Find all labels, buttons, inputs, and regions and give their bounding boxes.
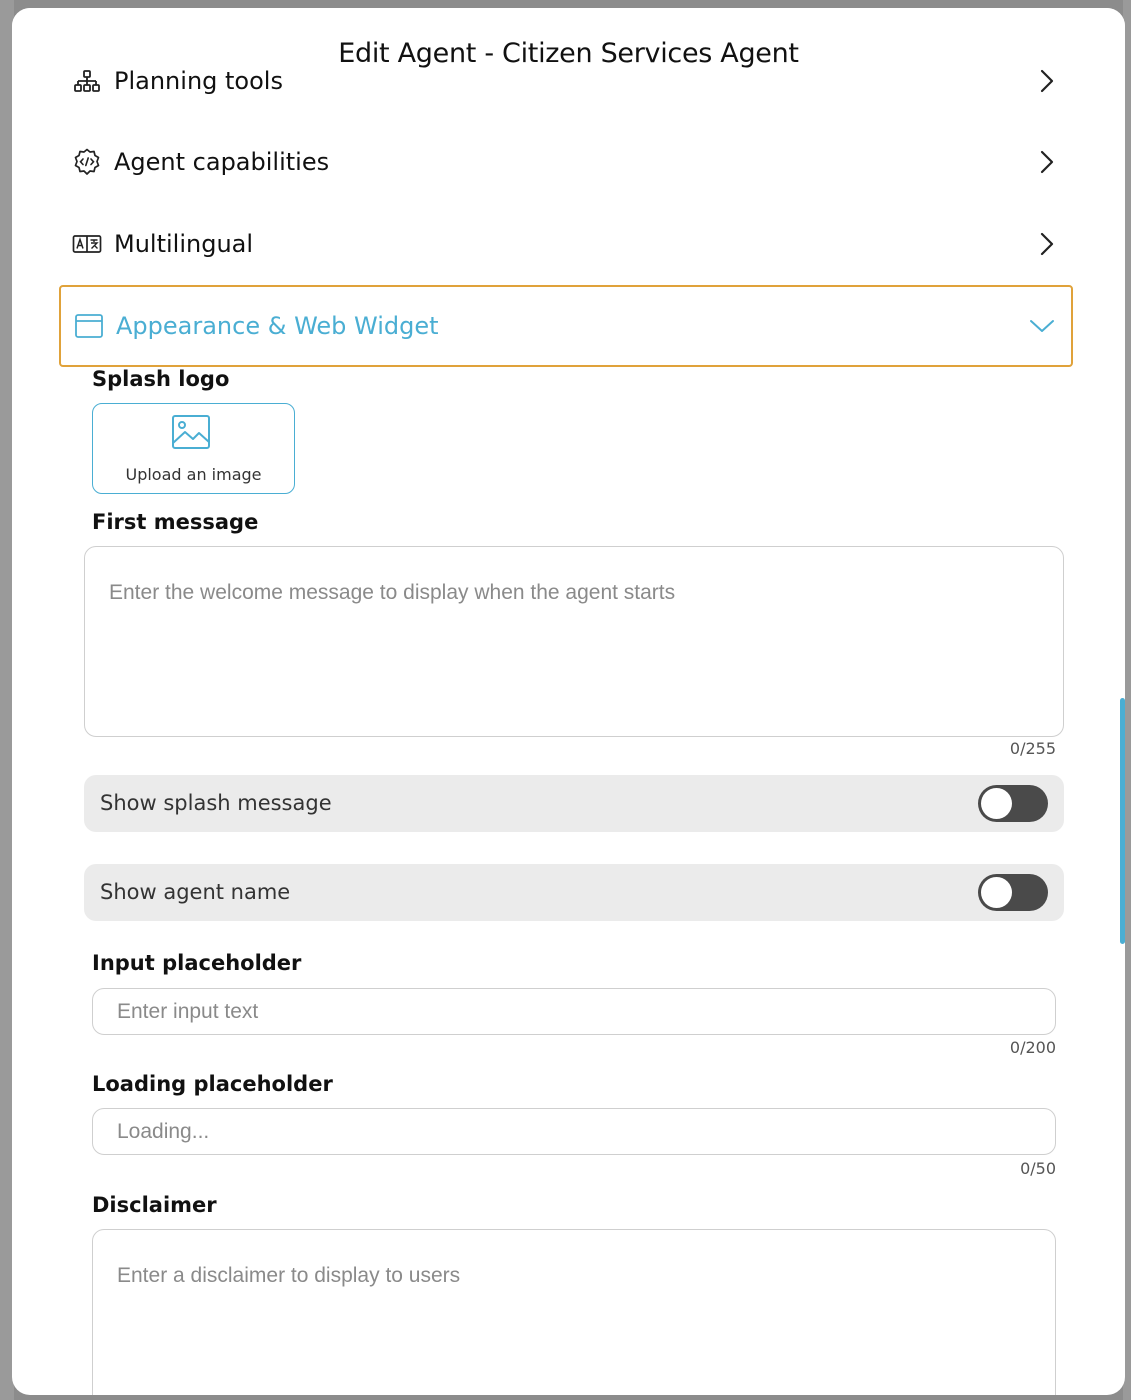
show-splash-message-label: Show splash message bbox=[100, 791, 332, 815]
modal-title: Edit Agent - Citizen Services Agent bbox=[338, 38, 799, 69]
show-splash-message-toggle[interactable] bbox=[978, 785, 1048, 822]
chevron-right-icon bbox=[1040, 69, 1054, 93]
first-message-textarea[interactable] bbox=[84, 546, 1064, 737]
show-agent-name-toggle[interactable] bbox=[978, 874, 1048, 911]
section-label: Agent capabilities bbox=[114, 148, 330, 176]
section-appearance-web-widget[interactable]: Appearance & Web Widget bbox=[59, 285, 1073, 367]
toggle-knob bbox=[981, 788, 1012, 819]
edit-agent-modal: Edit Agent - Citizen Services Agent Plan… bbox=[12, 8, 1125, 1395]
section-label: Planning tools bbox=[114, 67, 283, 95]
chevron-right-icon bbox=[1040, 232, 1054, 256]
section-label: Multilingual bbox=[114, 230, 254, 258]
show-splash-message-row: Show splash message bbox=[84, 775, 1064, 832]
chevron-down-icon bbox=[1030, 320, 1054, 332]
first-message-label: First message bbox=[92, 510, 259, 534]
loading-placeholder-counter: 0/50 bbox=[1020, 1159, 1056, 1178]
image-icon bbox=[172, 415, 210, 449]
disclaimer-textarea[interactable] bbox=[92, 1229, 1056, 1395]
first-message-counter: 0/255 bbox=[1009, 739, 1056, 758]
section-label: Appearance & Web Widget bbox=[116, 312, 439, 340]
window-icon bbox=[75, 314, 103, 338]
hierarchy-icon bbox=[74, 70, 100, 92]
scrollbar-thumb[interactable] bbox=[1120, 698, 1125, 944]
section-agent-capabilities[interactable]: Agent capabilities bbox=[59, 121, 1073, 203]
input-placeholder-label: Input placeholder bbox=[92, 951, 302, 975]
show-agent-name-label: Show agent name bbox=[100, 880, 291, 904]
section-multilingual[interactable]: Multilingual bbox=[59, 203, 1073, 285]
disclaimer-label: Disclaimer bbox=[92, 1193, 217, 1217]
upload-image-button[interactable]: Upload an image bbox=[92, 403, 295, 494]
gear-code-icon bbox=[74, 148, 100, 175]
splash-logo-label: Splash logo bbox=[92, 367, 230, 391]
input-placeholder-counter: 0/200 bbox=[1009, 1038, 1056, 1057]
chevron-right-icon bbox=[1040, 150, 1054, 174]
show-agent-name-row: Show agent name bbox=[84, 864, 1064, 921]
input-placeholder-field[interactable] bbox=[92, 988, 1056, 1035]
upload-image-label: Upload an image bbox=[125, 465, 262, 484]
loading-placeholder-label: Loading placeholder bbox=[92, 1072, 333, 1096]
toggle-knob bbox=[981, 877, 1012, 908]
loading-placeholder-field[interactable] bbox=[92, 1108, 1056, 1155]
translate-icon bbox=[72, 235, 102, 253]
